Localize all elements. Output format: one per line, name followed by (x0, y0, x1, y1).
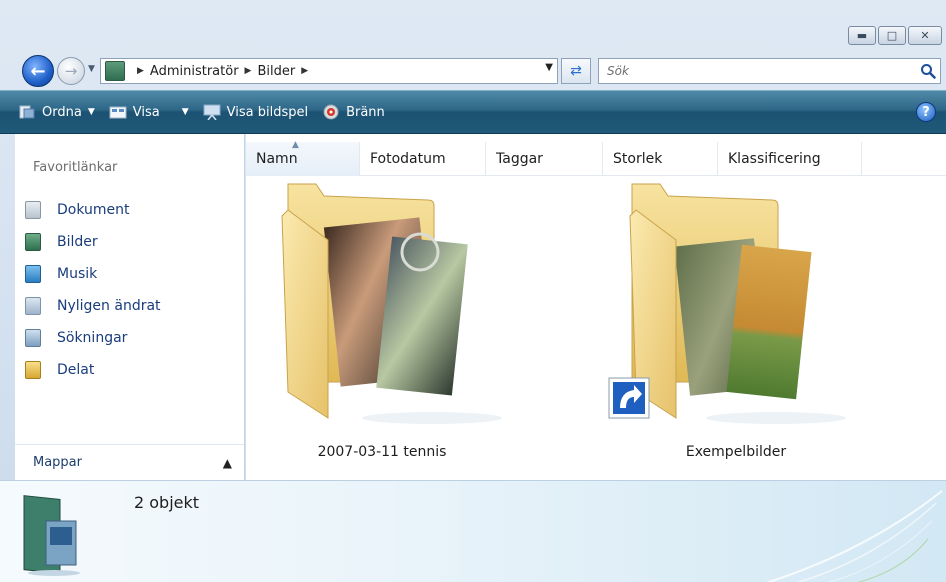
close-icon: ✕ (920, 29, 930, 42)
favorites-list: Dokument Bilder Musik Nyligen ändrat Sök… (25, 194, 161, 386)
help-icon: ? (922, 104, 930, 120)
pictures-icon (25, 233, 41, 251)
explorer-window: ▬ □ ✕ ← → ▼ ▶ Administratör ▶ Bilder ▶ ▼ (0, 0, 946, 582)
column-header-size[interactable]: Storlek (603, 142, 718, 176)
favorite-label: Nyligen ändrat (57, 298, 161, 314)
views-icon (109, 104, 127, 120)
title-bar: ▬ □ ✕ (0, 0, 946, 52)
photo-folder-icon (608, 183, 846, 424)
favorite-item-searches[interactable]: Sökningar (25, 322, 161, 354)
forward-button[interactable]: → (57, 57, 85, 85)
column-header-tags[interactable]: Taggar (486, 142, 603, 176)
folders-label: Mappar (33, 455, 82, 470)
address-row: ← → ▼ ▶ Administratör ▶ Bilder ▶ ▼ ⇄ (0, 52, 946, 90)
burn-icon (322, 104, 340, 120)
details-pane: 2 objekt (0, 480, 946, 582)
decorative-swoosh (765, 490, 943, 582)
folders-toggle[interactable]: Mappar ▲ (15, 444, 244, 480)
minimize-icon: ▬ (856, 29, 868, 42)
favorite-label: Sökningar (57, 330, 128, 346)
organize-button[interactable]: Ordna ▼ (18, 97, 95, 127)
folder-shortcut-item[interactable]: Exempelbilder (606, 182, 866, 472)
favorite-item-shared[interactable]: Delat (25, 354, 161, 386)
pictures-folder-icon (105, 61, 125, 81)
refresh-icon: ⇄ (570, 63, 582, 79)
searches-icon (25, 329, 41, 347)
burn-button[interactable]: Bränn (322, 97, 385, 127)
maximize-icon: □ (886, 29, 898, 42)
favorite-label: Dokument (57, 202, 130, 218)
views-button[interactable]: Visa ▼ (109, 97, 189, 127)
favorite-label: Musik (57, 266, 98, 282)
favorite-label: Delat (57, 362, 95, 378)
recently-changed-icon (25, 297, 41, 315)
breadcrumb-pictures[interactable]: Bilder (257, 64, 295, 79)
refresh-button[interactable]: ⇄ (561, 58, 591, 84)
sort-ascending-icon: ▲ (292, 140, 299, 150)
search-input[interactable] (607, 64, 916, 78)
back-arrow-icon: ← (30, 60, 46, 82)
column-headers: ▲ Namn Fotodatum Taggar Storlek Klassifi… (246, 140, 946, 176)
chevron-down-icon: ▼ (181, 107, 189, 117)
favorite-label: Bilder (57, 234, 98, 250)
item-label: 2007-03-11 tennis (317, 444, 447, 460)
favorites-heading: Favoritlänkar (33, 160, 118, 175)
shared-icon (25, 361, 41, 379)
command-bar: Ordna ▼ Visa ▼ Visa bildspel Bränn ? (0, 90, 946, 134)
breadcrumb-administrator[interactable]: Administratör (150, 64, 239, 79)
column-header-photo-date[interactable]: Fotodatum (360, 142, 486, 176)
breadcrumb-separator-icon[interactable]: ▶ (301, 66, 308, 76)
address-bar[interactable]: ▶ Administratör ▶ Bilder ▶ ▼ (100, 58, 558, 84)
help-button[interactable]: ? (916, 102, 936, 122)
item-count-text: 2 objekt (134, 493, 200, 512)
minimize-button[interactable]: ▬ (848, 26, 876, 45)
organize-icon (18, 104, 36, 120)
pictures-library-icon (23, 495, 80, 576)
address-history-dropdown[interactable]: ▼ (545, 62, 553, 73)
favorite-item-music[interactable]: Musik (25, 258, 161, 290)
documents-icon (25, 201, 41, 219)
slideshow-icon (203, 104, 221, 121)
views-label: Visa (132, 104, 160, 120)
caption-buttons: ▬ □ ✕ (848, 26, 942, 45)
favorite-item-documents[interactable]: Dokument (25, 194, 161, 226)
folder-item[interactable]: 2007-03-11 tennis (252, 182, 512, 472)
slideshow-label: Visa bildspel (226, 104, 309, 120)
items-view: 2007-03-11 tennis Exempelbilder (246, 182, 946, 472)
file-list-pane: ▲ Namn Fotodatum Taggar Storlek Klassifi… (246, 134, 946, 480)
maximize-button[interactable]: □ (878, 26, 906, 45)
favorite-item-pictures[interactable]: Bilder (25, 226, 161, 258)
chevron-down-icon: ▼ (87, 107, 95, 117)
slideshow-button[interactable]: Visa bildspel (203, 97, 308, 127)
item-label: Exempelbilder (685, 444, 787, 460)
navigation-pane: Favoritlänkar Dokument Bilder Musik Nyli… (15, 134, 245, 480)
burn-label: Bränn (346, 104, 385, 120)
search-icon[interactable] (916, 59, 940, 83)
photo-folder-icon (281, 183, 502, 424)
shortcut-arrow-icon (608, 377, 650, 419)
chevron-up-icon: ▲ (222, 455, 232, 470)
favorite-item-recently-changed[interactable]: Nyligen ändrat (25, 290, 161, 322)
back-button[interactable]: ← (22, 55, 54, 87)
column-header-rating[interactable]: Klassificering (718, 142, 862, 176)
breadcrumb-separator-icon[interactable]: ▶ (137, 66, 144, 76)
column-header-name[interactable]: ▲ Namn (246, 140, 360, 176)
breadcrumb-separator-icon[interactable]: ▶ (245, 66, 252, 76)
close-button[interactable]: ✕ (908, 26, 942, 45)
recent-pages-dropdown[interactable]: ▼ (88, 64, 95, 74)
search-box[interactable] (598, 58, 941, 84)
music-icon (25, 265, 41, 283)
forward-arrow-icon: → (64, 62, 78, 80)
organize-label: Ordna (42, 104, 82, 120)
